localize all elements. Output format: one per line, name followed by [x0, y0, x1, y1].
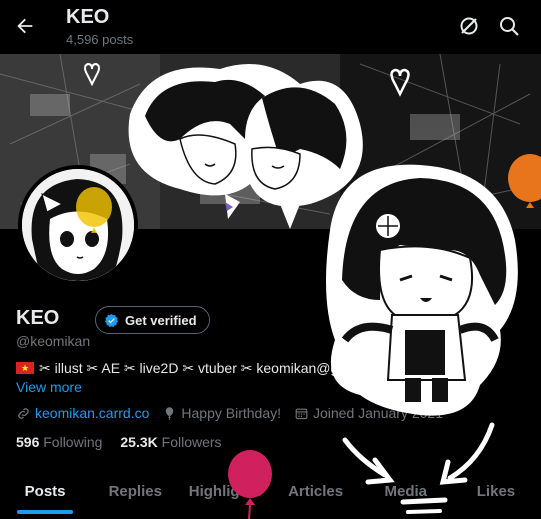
tab-media[interactable]: Media	[361, 466, 451, 519]
handle: @keomikan	[16, 333, 91, 349]
website-item[interactable]: keomikan.carrd.co	[16, 405, 149, 421]
tab-likes[interactable]: Likes	[451, 466, 541, 519]
bio: ✂ illust ✂ AE ✂ live2D ✂ vtuber ✂ keomik…	[16, 360, 394, 377]
followers-label: Followers	[161, 434, 222, 450]
profile-meta: keomikan.carrd.co Happy Birthday! Joined…	[16, 405, 443, 421]
joined-text: Joined January 2021	[313, 405, 443, 421]
tab-articles[interactable]: Articles	[271, 466, 361, 519]
following-label: Following	[43, 434, 103, 450]
tab-posts[interactable]: Posts	[0, 466, 90, 519]
following-link[interactable]: 596 Following	[16, 434, 102, 450]
avatar-artwork	[22, 169, 134, 281]
grok-icon[interactable]	[457, 14, 481, 38]
view-more-link[interactable]: View more	[16, 379, 82, 395]
tab-highlights[interactable]: Highlights	[180, 466, 270, 519]
search-icon[interactable]	[497, 14, 521, 38]
birthday-text: Happy Birthday!	[181, 405, 281, 421]
followers-link[interactable]: 25.3K Followers	[120, 434, 221, 450]
following-count: 596	[16, 434, 40, 450]
tab-replies[interactable]: Replies	[90, 466, 180, 519]
avatar[interactable]	[18, 165, 138, 285]
vietnam-flag-icon	[16, 362, 34, 374]
get-verified-button[interactable]: Get verified	[95, 306, 210, 334]
arrow-left-icon	[17, 18, 33, 34]
page-title: KEO	[66, 6, 110, 28]
get-verified-label: Get verified	[125, 312, 197, 328]
top-bar: KEO 4,596 posts	[0, 0, 541, 54]
link-icon	[18, 407, 29, 419]
birthday-item: Happy Birthday!	[162, 405, 281, 421]
verified-badge-icon	[104, 313, 119, 327]
follow-stats: 596 Following 25.3K Followers	[16, 434, 222, 450]
back-button[interactable]	[12, 13, 38, 39]
profile-tabs: Posts Replies Highlights Articles Media …	[0, 466, 541, 519]
post-count: 4,596 posts	[66, 32, 134, 47]
website-link[interactable]: keomikan.carrd.co	[35, 405, 149, 421]
bio-text: ✂ illust ✂ AE ✂ live2D ✂ vtuber ✂ keomik…	[39, 360, 395, 376]
calendar-icon	[295, 408, 308, 419]
display-name: KEO	[16, 307, 60, 329]
followers-count: 25.3K	[120, 434, 158, 450]
balloon-icon	[166, 406, 174, 420]
joined-item: Joined January 2021	[294, 405, 443, 421]
